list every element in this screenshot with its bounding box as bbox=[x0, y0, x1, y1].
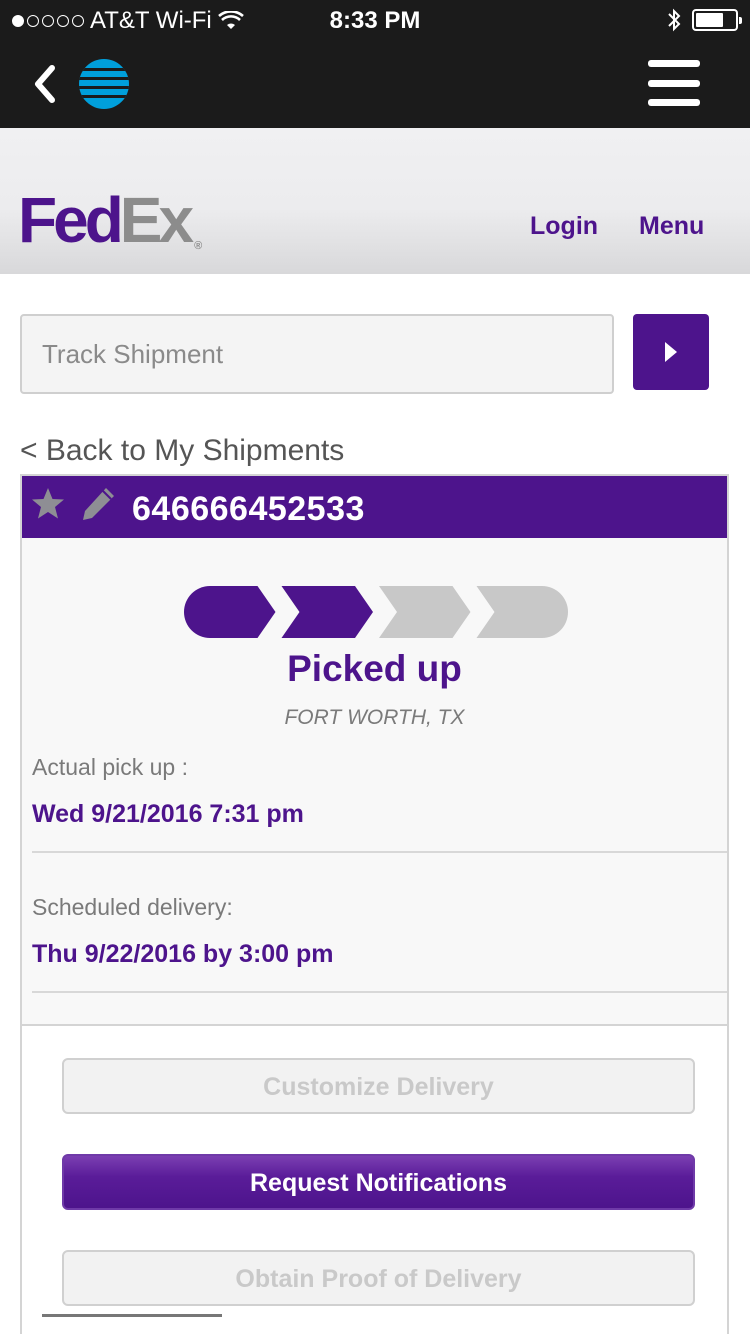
chevron-left-icon[interactable] bbox=[28, 62, 60, 106]
status-bar: AT&T Wi-Fi 8:33 PM bbox=[0, 0, 750, 40]
track-submit-button[interactable] bbox=[633, 314, 709, 390]
request-notifications-button[interactable]: Request Notifications bbox=[62, 1154, 695, 1210]
pickup-label: Actual pick up : bbox=[32, 754, 188, 780]
clock: 8:33 PM bbox=[329, 7, 421, 34]
progress-step-complete bbox=[281, 586, 373, 638]
tracking-number: 646666452533 bbox=[132, 490, 365, 528]
pickup-value: Wed 9/21/2016 7:31 pm bbox=[32, 800, 304, 828]
menu-link[interactable]: Menu bbox=[639, 212, 704, 241]
battery-icon bbox=[692, 9, 742, 31]
customize-delivery-button[interactable]: Customize Delivery bbox=[62, 1058, 695, 1114]
shipment-card: 646666452533 Picked up FORT WORTH, TX Ac… bbox=[20, 474, 729, 1334]
shipment-card-header: 646666452533 bbox=[22, 476, 727, 538]
delivery-label: Scheduled delivery: bbox=[32, 894, 233, 920]
login-link[interactable]: Login bbox=[530, 212, 598, 241]
progress-step-pending bbox=[379, 586, 471, 638]
play-arrow-icon bbox=[665, 342, 677, 362]
browser-app-bar bbox=[0, 40, 750, 128]
delivery-value: Thu 9/22/2016 by 3:00 pm bbox=[32, 940, 334, 968]
status-right bbox=[666, 8, 742, 32]
shipment-status: Picked up bbox=[287, 648, 462, 689]
track-shipment-input[interactable] bbox=[20, 314, 614, 394]
back-to-shipments-link[interactable]: < Back to My Shipments bbox=[20, 434, 344, 468]
section-heading-cutoff bbox=[42, 1314, 222, 1328]
obtain-proof-of-delivery-button[interactable]: Obtain Proof of Delivery bbox=[62, 1250, 695, 1306]
shipment-progress-bar bbox=[184, 586, 568, 638]
divider bbox=[32, 851, 727, 853]
shipment-location: FORT WORTH, TX bbox=[284, 706, 465, 729]
fedex-logo[interactable]: FedEx ® bbox=[18, 188, 202, 252]
progress-step-complete bbox=[184, 586, 276, 638]
divider bbox=[32, 991, 727, 993]
star-icon[interactable] bbox=[28, 484, 68, 524]
pencil-icon[interactable] bbox=[78, 484, 118, 524]
att-globe-logo bbox=[79, 59, 129, 109]
shipment-actions: Customize Delivery Request Notifications… bbox=[22, 1024, 727, 1334]
site-header: FedEx ® Login Menu bbox=[0, 128, 750, 274]
progress-step-pending bbox=[476, 586, 568, 638]
hamburger-icon[interactable] bbox=[648, 60, 700, 106]
bluetooth-icon bbox=[668, 8, 681, 32]
